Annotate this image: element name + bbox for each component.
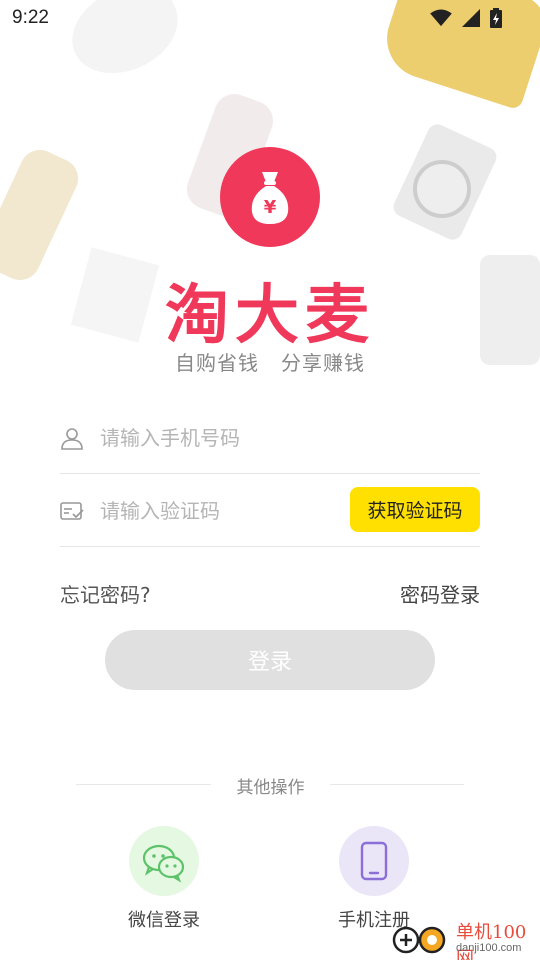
signal-icon [462, 9, 480, 27]
code-field-row: 获取验证码 [60, 475, 480, 547]
get-code-button[interactable]: 获取验证码 [350, 487, 480, 532]
phone-input[interactable] [100, 420, 340, 456]
site-watermark: 单机100网 danji100.com [392, 914, 540, 960]
status-bar: 9:22 [0, 0, 540, 36]
money-bag-icon: ¥ [251, 172, 289, 224]
battery-charging-icon [490, 8, 502, 28]
svg-text:¥: ¥ [264, 197, 277, 218]
app-slogan: 自购省钱 分享赚钱 [174, 351, 366, 375]
verify-code-icon [60, 502, 84, 520]
wechat-icon [142, 844, 185, 883]
wechat-login-button[interactable] [129, 826, 199, 896]
status-icons [430, 8, 502, 28]
forgot-password-link[interactable]: 忘记密码? [60, 579, 151, 608]
password-login-link[interactable]: 密码登录 [400, 579, 480, 608]
user-icon [61, 428, 83, 450]
verify-code-input[interactable] [100, 493, 340, 529]
wifi-icon [430, 9, 452, 27]
mobile-phone-icon [360, 841, 388, 881]
other-ops-title: 其他操作 [236, 778, 305, 798]
divider-left [76, 784, 211, 785]
phone-field-row [60, 402, 480, 474]
bg-watch-face-image [413, 160, 471, 218]
status-time: 9:22 [12, 7, 49, 28]
watermark-url: danji100.com [456, 942, 522, 954]
phone-register-button[interactable] [339, 826, 409, 896]
wechat-login-label[interactable]: 微信登录 [94, 906, 234, 932]
divider-right [330, 784, 464, 785]
watermark-logo-icon [392, 926, 446, 954]
login-button[interactable]: 登录 [105, 630, 435, 690]
app-name: 淘大麦 [165, 278, 375, 353]
